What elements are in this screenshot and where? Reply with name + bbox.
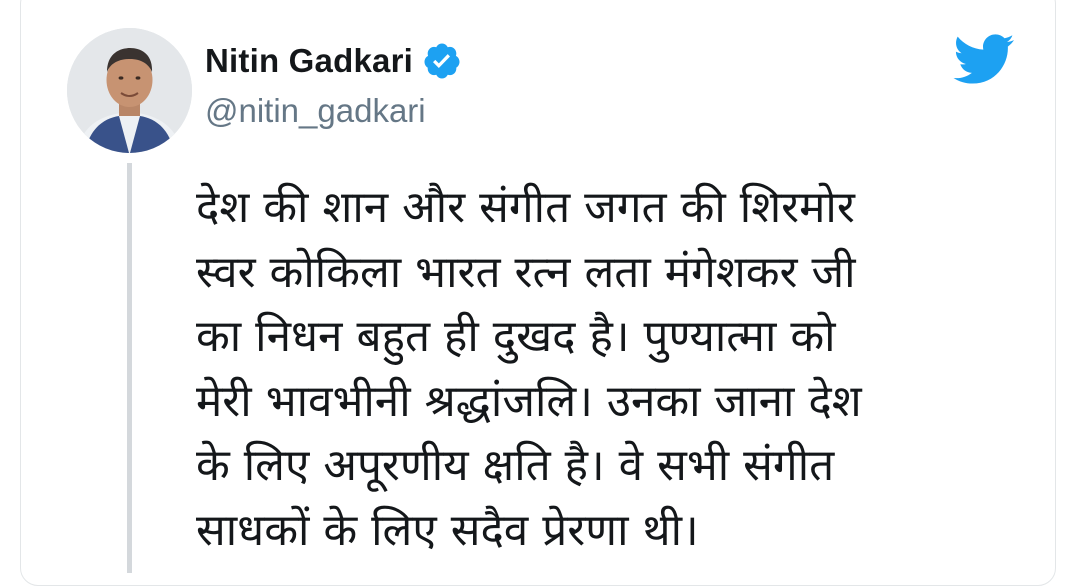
tweet-text-line: देश की शान और संगीत जगत की शिरमोर: [196, 182, 855, 233]
tweet-text-line: साधकों के लिए सदैव प्रेरणा थी।: [196, 504, 699, 556]
author-handle[interactable]: @nitin_gadkari: [205, 92, 426, 130]
tweet-text-line: स्वर कोकिला भारत रत्न लता मंगेशकर जी: [196, 246, 856, 298]
profile-photo: [67, 28, 192, 153]
avatar[interactable]: [67, 28, 192, 153]
twitter-bird-icon[interactable]: [951, 34, 1015, 86]
tweet-text-line: का निधन बहुत ही दुखद है। पुण्यात्मा को: [196, 311, 836, 362]
thread-line: [127, 163, 132, 573]
verified-badge-icon: [424, 43, 460, 79]
display-name[interactable]: Nitin Gadkari: [205, 42, 413, 80]
tweet-text: देश की शान और संगीत जगत की शिरमोर स्वर क…: [196, 176, 1056, 563]
tweet-text-line: के लिए अपूरणीय क्षति है। वे सभी संगीत: [196, 440, 835, 491]
author-row: Nitin Gadkari: [205, 40, 462, 82]
tweet-text-line: मेरी भावभीनी श्रद्धांजलि। उनका जाना देश: [196, 375, 862, 427]
